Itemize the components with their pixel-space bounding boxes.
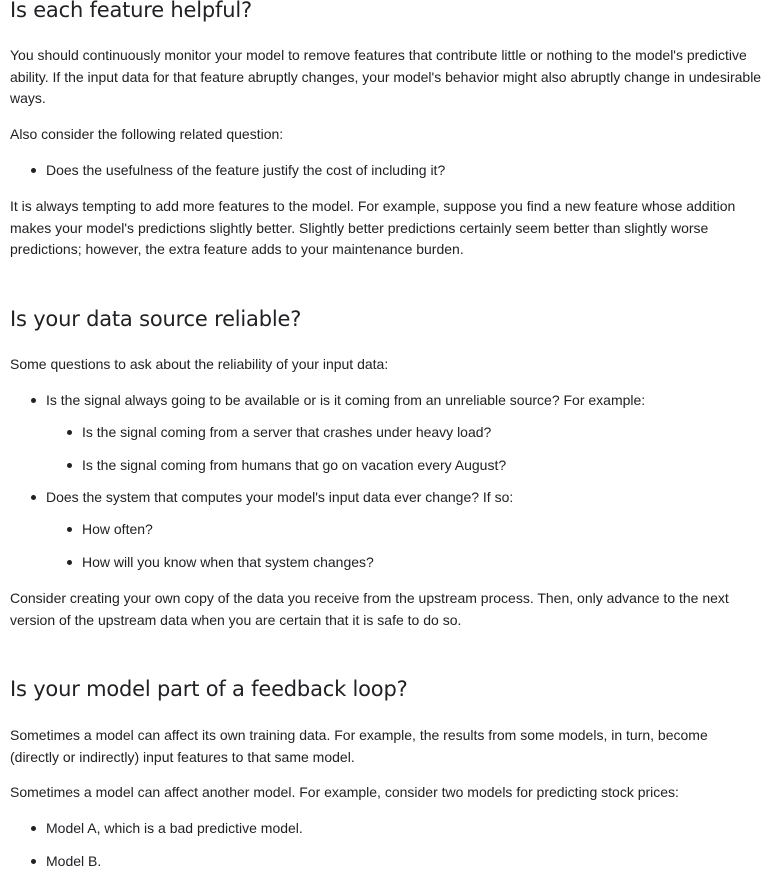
paragraph-monitor-features: You should continuously monitor your mod… xyxy=(10,47,762,106)
bullet-list-related-question: Does the usefulness of the feature justi… xyxy=(10,160,760,181)
bullet-icon xyxy=(67,527,72,532)
bullet-icon xyxy=(31,168,36,173)
list-item-text: Model B. xyxy=(46,853,102,869)
list-item: Is the signal always going to be availab… xyxy=(10,390,760,411)
list-item-text: How often? xyxy=(82,521,153,537)
bullet-icon xyxy=(31,495,36,500)
list-item: How will you know when that system chang… xyxy=(10,552,760,573)
paragraph-own-training-data: Sometimes a model can affect its own tra… xyxy=(10,727,708,765)
bullet-icon xyxy=(31,398,36,403)
sub-bullet-list-signal: Is the signal coming from a server that … xyxy=(10,422,760,476)
bullet-icon xyxy=(31,859,36,864)
section-heading-feature-helpful: Is each feature helpful? xyxy=(10,0,252,22)
bullet-list-reliability: Is the signal always going to be availab… xyxy=(10,390,760,411)
list-item-text: Does the usefulness of the feature justi… xyxy=(46,162,446,178)
bullet-icon xyxy=(67,463,72,468)
list-item: How often? xyxy=(10,519,760,540)
bullet-icon xyxy=(31,826,36,831)
paragraph-related-question: Also consider the following related ques… xyxy=(10,126,284,142)
paragraph-reliability-questions: Some questions to ask about the reliabil… xyxy=(10,356,389,372)
paragraph-upstream-copy: Consider creating your own copy of the d… xyxy=(10,590,729,628)
list-item-text: How will you know when that system chang… xyxy=(82,554,374,570)
list-item: Model B. xyxy=(10,851,760,872)
sub-bullet-list-system-change: How often? How will you know when that s… xyxy=(10,519,760,573)
bullet-list-system-change: Does the system that computes your model… xyxy=(10,487,760,508)
section-heading-data-source-reliable: Is your data source reliable? xyxy=(10,307,302,331)
list-item-text: Does the system that computes your model… xyxy=(46,489,514,505)
list-item: Does the usefulness of the feature justi… xyxy=(10,160,760,181)
list-item-text: Is the signal always going to be availab… xyxy=(46,392,646,408)
list-item: Does the system that computes your model… xyxy=(10,487,760,508)
bullet-list-models: Model A, which is a bad predictive model… xyxy=(10,818,760,872)
list-item: Is the signal coming from humans that go… xyxy=(10,455,760,476)
bullet-icon xyxy=(67,560,72,565)
list-item: Is the signal coming from a server that … xyxy=(10,422,760,443)
list-item-text: Model A, which is a bad predictive model… xyxy=(46,820,303,836)
list-item: Model A, which is a bad predictive model… xyxy=(10,818,760,839)
paragraph-another-model: Sometimes a model can affect another mod… xyxy=(10,784,679,800)
list-item-text: Is the signal coming from a server that … xyxy=(82,424,492,440)
section-heading-feedback-loop: Is your model part of a feedback loop? xyxy=(10,677,408,701)
paragraph-tempting-features: It is always tempting to add more featur… xyxy=(10,198,736,257)
bullet-icon xyxy=(67,430,72,435)
list-item-text: Is the signal coming from humans that go… xyxy=(82,457,507,473)
